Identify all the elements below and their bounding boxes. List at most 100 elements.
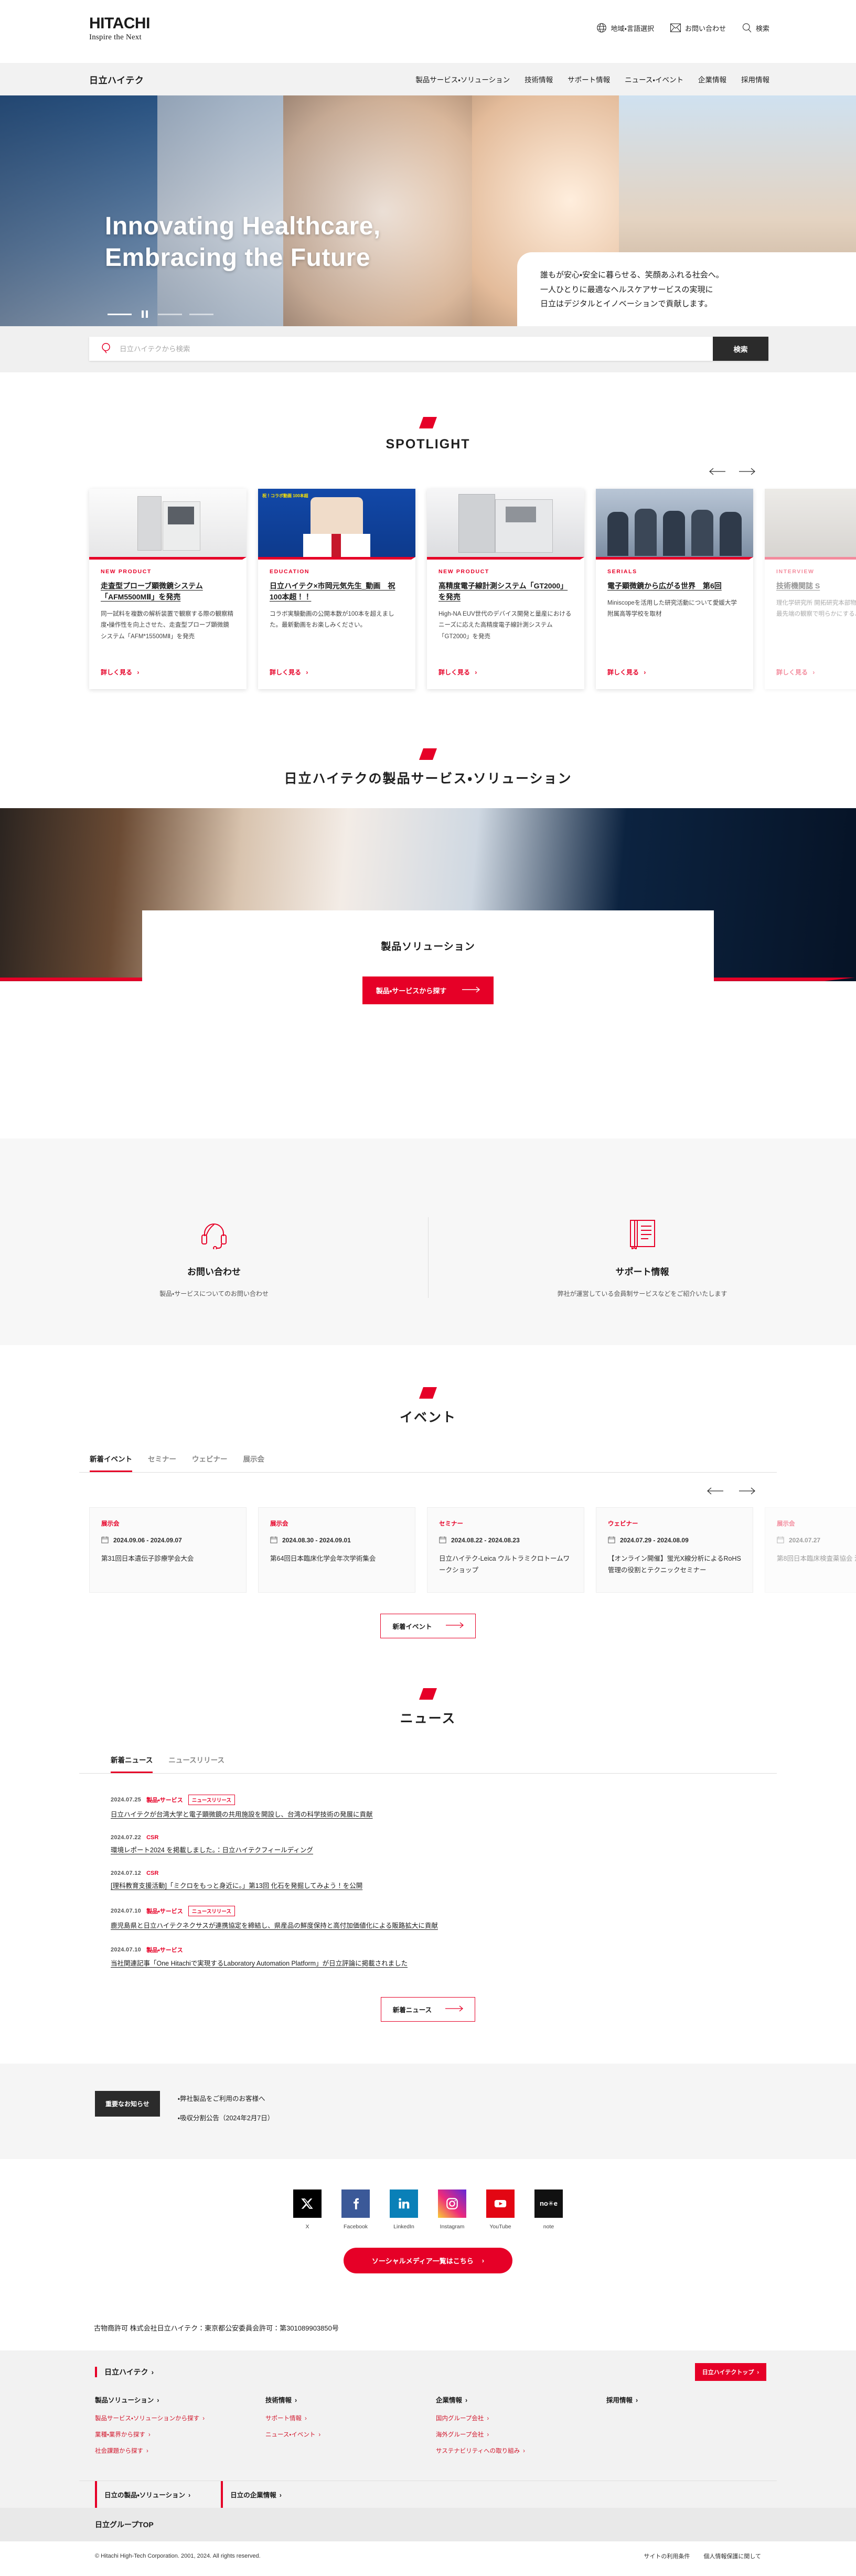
social-item-facebook[interactable]: Facebook <box>341 2189 370 2230</box>
spotlight-card-link[interactable]: 詳しく見る <box>596 657 753 689</box>
spotlight-card[interactable]: NEW PRODUCT 走査型プローブ顕微鏡システム 「AFM5500MⅡ」を発… <box>89 489 247 689</box>
news-date: 2024.07.10 <box>111 1907 142 1914</box>
arrow-right-icon[interactable] <box>738 466 756 477</box>
social-item-instagram[interactable]: Instagram <box>438 2189 466 2230</box>
spotlight-card-title[interactable]: 日立ハイテク×市岡元気先生_動画 祝100本超！！ <box>270 581 404 603</box>
hitachi-group-top-label[interactable]: 日立グループTOP <box>79 2508 777 2541</box>
contact-column[interactable]: お問い合わせ 製品・サービスについてのお問い合わせ <box>0 1217 428 1298</box>
event-category: 展示会 <box>270 1520 288 1527</box>
news-item[interactable]: 2024.07.10 製品・サービス ニュースリリース 鹿児島県と日立ハイテクネ… <box>111 1898 766 1938</box>
tab-new-news[interactable]: 新着ニュース <box>111 1754 153 1773</box>
nav-item-products[interactable]: 製品サービス・ソリューション <box>415 74 510 84</box>
site-brand[interactable]: 日立ハイテク <box>89 73 144 86</box>
footer-link-support[interactable]: サポート情報 <box>265 2414 436 2422</box>
spotlight-card-link[interactable]: 詳しく見る <box>258 657 415 689</box>
arrow-right-icon[interactable] <box>738 1485 756 1497</box>
footer-column-careers-heading[interactable]: 採用情報 <box>606 2395 777 2405</box>
notice-link-2[interactable]: ・吸収分割公告（2024年2月7日） <box>178 2112 274 2122</box>
social-media-list-button[interactable]: ソーシャルメディア一覧はこちら <box>343 2247 513 2273</box>
hero-slide-indicator-3[interactable] <box>189 313 213 315</box>
news-headline[interactable]: 環境レポート2024 を掲載しました。：日立ハイテクフィールディング <box>111 1844 766 1854</box>
footer-top-button[interactable]: 日立ハイテクトップ <box>694 2363 766 2381</box>
notice-link-1[interactable]: ・弊社製品をご利用のお客様へ <box>178 2093 274 2103</box>
spotlight-card[interactable]: INTERVIEW 技術機関誌 S 理化学研究所 開拓研究本部物理研究室に所属。… <box>765 489 856 689</box>
spotlight-card[interactable]: SERIALS 電子顕微鏡から広がる世界 第6回 Miniscopeを活用した研… <box>596 489 753 689</box>
footer-link-find-by-social-issue[interactable]: 社会課題から探す <box>95 2446 265 2455</box>
support-column-title: サポート情報 <box>615 1266 669 1277</box>
news-headline[interactable]: 当社関連記事「One Hitachiで実現するLaboratory Automa… <box>111 1958 766 1968</box>
footer-sitemap-inner: 日立ハイテク 日立ハイテクトップ 製品ソリューション 製品サービス・ソリューショ… <box>79 2350 777 2481</box>
footer-column-technology-heading[interactable]: 技術情報 <box>265 2395 436 2405</box>
utility-item-search[interactable]: 検索 <box>742 23 769 33</box>
event-card[interactable]: ウェビナー 2024.07.29 - 2024.08.09 【オンライン開催】蛍… <box>596 1507 753 1593</box>
spotlight-card-link[interactable]: 詳しく見る <box>89 657 247 689</box>
footer-link-domestic-group[interactable]: 国内グループ会社 <box>436 2414 606 2422</box>
footer-link-hitachi-products[interactable]: 日立の製品・ソリューション <box>95 2481 190 2508</box>
social-media-section: X Facebook LinkedIn Instagram YouTube no… <box>0 2159 856 2292</box>
more-events-button[interactable]: 新着イベント <box>380 1613 476 1638</box>
search-submit-button[interactable]: 検索 <box>713 337 768 361</box>
footer-link-hitachi-company[interactable]: 日立の企業情報 <box>221 2481 282 2508</box>
footer-column-products-heading[interactable]: 製品ソリューション <box>95 2395 265 2405</box>
news-headline[interactable]: 日立ハイテクが台湾大学と電子顕微鏡の共用施設を開設し、台湾の科学技術の発展に貢献 <box>111 1809 766 1819</box>
social-item-note[interactable]: no✳e note <box>534 2189 563 2230</box>
tab-seminar[interactable]: セミナー <box>148 1453 176 1472</box>
red-slash-icon <box>419 748 437 760</box>
pause-icon[interactable] <box>139 308 151 320</box>
spotlight-card-title[interactable]: 高精度電子線計測システム「GT2000」を発売 <box>438 581 573 603</box>
spotlight-card-link[interactable]: 詳しく見る <box>765 657 856 689</box>
event-card[interactable]: 展示会 2024.08.30 - 2024.09.01 第64回日本臨床化学会年… <box>258 1507 415 1593</box>
news-item[interactable]: 2024.07.22 CSR 環境レポート2024 を掲載しました。：日立ハイテ… <box>111 1827 766 1863</box>
social-item-x[interactable]: X <box>293 2189 322 2230</box>
spotlight-card-link[interactable]: 詳しく見る <box>427 657 584 689</box>
support-column[interactable]: サポート情報 弊社が運営している会員制サービスなどをご紹介いたします <box>428 1217 856 1298</box>
tab-exhibition[interactable]: 展示会 <box>243 1453 265 1472</box>
tab-webinar[interactable]: ウェビナー <box>192 1453 228 1472</box>
search-input[interactable] <box>120 345 671 353</box>
hitachi-logo[interactable]: HITACHI Inspire the Next <box>89 16 150 42</box>
hero-slide-indicator-1[interactable] <box>108 313 132 315</box>
footer-link-news-events[interactable]: ニュース・イベント <box>265 2430 436 2439</box>
event-date-row: 2024.08.30 - 2024.09.01 <box>270 1536 403 1545</box>
news-headline[interactable]: 鹿児島県と日立ハイテクネクサスが連携協定を締結し、県産品の鮮度保持と高付加価値化… <box>111 1920 766 1930</box>
arrow-left-icon[interactable] <box>707 1485 724 1497</box>
footer-sitemap-title[interactable]: 日立ハイテク <box>95 2366 154 2377</box>
tab-news-release[interactable]: ニュースリリース <box>168 1754 224 1773</box>
nav-item-news-events[interactable]: ニュース・イベント <box>625 74 683 84</box>
spotlight-card-title[interactable]: 電子顕微鏡から広がる世界 第6回 <box>607 581 742 592</box>
news-item[interactable]: 2024.07.25 製品・サービス ニュースリリース 日立ハイテクが台湾大学と… <box>111 1787 766 1827</box>
footer-link-find-by-product[interactable]: 製品サービス・ソリューションから探す <box>95 2414 265 2422</box>
news-headline[interactable]: [理科教育支援活動]「ミクロをもっと身近に。」第13回 化石を発掘してみよう！を… <box>111 1880 766 1890</box>
nav-item-support[interactable]: サポート情報 <box>568 74 610 84</box>
footer-link-find-by-industry[interactable]: 業種・業界から探す <box>95 2430 265 2439</box>
nav-item-careers[interactable]: 採用情報 <box>741 74 769 84</box>
footer-link-sustainability[interactable]: サステナビリティへの取り組み <box>436 2446 606 2455</box>
utility-item-language[interactable]: 地域・言語選択 <box>596 22 654 34</box>
event-card[interactable]: 展示会 2024.07.27 第8回日本臨床検査薬協会 沖縄総合会 <box>765 1507 856 1593</box>
news-item[interactable]: 2024.07.12 CSR [理科教育支援活動]「ミクロをもっと身近に。」第1… <box>111 1863 766 1898</box>
hero-slide-indicator-2[interactable] <box>158 313 182 315</box>
spotlight-card-title[interactable]: 走査型プローブ顕微鏡システム 「AFM5500MⅡ」を発売 <box>101 581 235 603</box>
event-card[interactable]: セミナー 2024.08.22 - 2024.08.23 日立ハイテク-Leic… <box>427 1507 584 1593</box>
nav-item-technology[interactable]: 技術情報 <box>525 74 553 84</box>
social-item-youtube[interactable]: YouTube <box>486 2189 515 2230</box>
nav-item-company[interactable]: 企業情報 <box>698 74 726 84</box>
spotlight-card[interactable]: 祝！コラボ動画 100本超 EDUCATION 日立ハイテク×市岡元気先生_動画… <box>258 489 415 689</box>
hero-message-line1: 誰もが安心・安全に暮らせる、笑顔あふれる社会へ。 <box>540 270 724 280</box>
legal-link-privacy[interactable]: 個人情報保護に関して <box>703 2552 761 2560</box>
footer-link-overseas-group[interactable]: 海外グループ会社 <box>436 2430 606 2439</box>
news-item[interactable]: 2024.07.10 製品・サービス 当社関連記事「One Hitachiで実現… <box>111 1938 766 1976</box>
social-item-linkedin[interactable]: LinkedIn <box>390 2189 418 2230</box>
tab-new-events[interactable]: 新着イベント <box>90 1453 132 1472</box>
event-category: 展示会 <box>101 1520 120 1527</box>
spotlight-card[interactable]: NEW PRODUCT 高精度電子線計測システム「GT2000」を発売 High… <box>427 489 584 689</box>
find-products-button[interactable]: 製品・サービスから探す <box>362 976 494 1004</box>
spotlight-card-title[interactable]: 技術機関誌 S <box>776 581 856 592</box>
arrow-left-icon[interactable] <box>709 466 726 477</box>
spotlight-card-body: INTERVIEW 技術機関誌 S 理化学研究所 開拓研究本部物理研究室に所属。… <box>765 557 856 635</box>
footer-column-company-heading[interactable]: 企業情報 <box>436 2395 606 2405</box>
more-news-button[interactable]: 新着ニュース <box>380 1997 476 2022</box>
event-card[interactable]: 展示会 2024.09.06 - 2024.09.07 第31回日本遺伝子診療学… <box>89 1507 247 1593</box>
legal-link-terms[interactable]: サイトの利用条件 <box>644 2552 690 2560</box>
utility-item-contact[interactable]: お問い合わせ <box>670 23 726 33</box>
